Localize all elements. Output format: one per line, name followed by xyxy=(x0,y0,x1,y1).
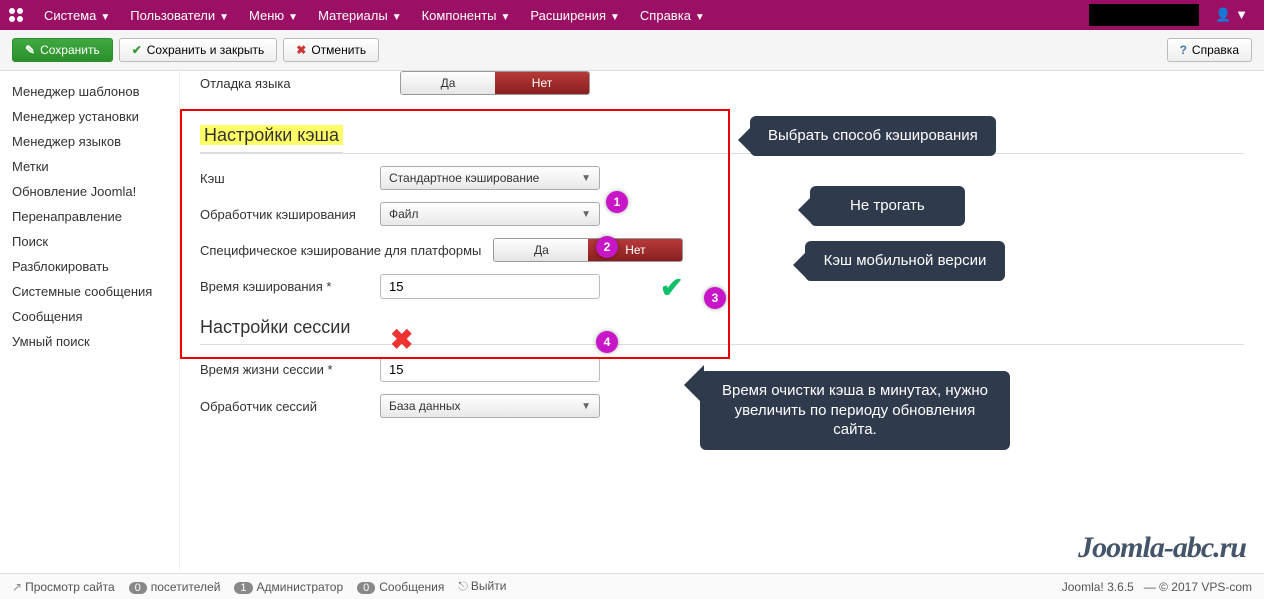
cache-handler-row: Обработчик кэширования Файл▼ xyxy=(200,202,1244,226)
annotation-bubble-2: 2 xyxy=(596,236,618,258)
caret-down-icon: ▼ xyxy=(610,12,620,23)
cache-time-input[interactable] xyxy=(380,274,600,299)
lang-debug-toggle[interactable]: Да Нет xyxy=(400,71,590,95)
caret-down-icon: ▼ xyxy=(100,12,110,23)
nav-content[interactable]: Материалы▼ xyxy=(308,3,412,28)
callout-1: Выбрать способ кэширования xyxy=(750,116,996,156)
watermark: Joomla-abc.ru xyxy=(1078,531,1246,565)
nav-extensions[interactable]: Расширения▼ xyxy=(520,3,630,28)
sidebar-item[interactable]: Менеджер языков xyxy=(12,129,167,154)
sidebar-item[interactable]: Сообщения xyxy=(12,304,167,329)
annotation-bubble-4: 4 xyxy=(596,331,618,353)
annotation-x-icon: ✖ xyxy=(390,323,413,356)
toggle-yes[interactable]: Да xyxy=(494,239,588,261)
content-panel: Отладка языка Да Нет Настройки кэша Кэш … xyxy=(180,71,1264,570)
annotation-bubble-1: 1 xyxy=(606,191,628,213)
sidebar-item[interactable]: Менеджер установки xyxy=(12,104,167,129)
callout-3: Кэш мобильной версии xyxy=(805,241,1005,281)
caret-down-icon: ▼ xyxy=(392,12,402,23)
check-icon: ✔ xyxy=(132,43,142,57)
logout-icon: ⎋ xyxy=(458,579,468,593)
cache-row: Кэш Стандартное кэширование▼ xyxy=(200,166,1244,190)
action-toolbar: ✎Сохранить ✔Сохранить и закрыть ✖Отменит… xyxy=(0,30,1264,71)
caret-down-icon: ▼ xyxy=(219,12,229,23)
session-handler-select[interactable]: База данных▼ xyxy=(380,394,600,418)
lang-debug-row: Отладка языка Да Нет xyxy=(200,71,1244,95)
visitors-count[interactable]: 0посетителей xyxy=(129,580,221,594)
help-icon: ? xyxy=(1180,43,1187,57)
sidebar-item[interactable]: Умный поиск xyxy=(12,329,167,354)
annotation-check-icon: ✔ xyxy=(660,271,683,304)
toggle-no[interactable]: Нет xyxy=(495,72,589,94)
external-link-icon: ↗ xyxy=(12,580,22,594)
check-icon: ✎ xyxy=(25,43,35,57)
sidebar-item[interactable]: Системные сообщения xyxy=(12,279,167,304)
sidebar: Менеджер шаблонов Менеджер установки Мен… xyxy=(0,71,180,570)
session-life-label: Время жизни сессии * xyxy=(200,362,380,377)
chevron-down-icon: ▼ xyxy=(581,209,591,220)
cancel-button[interactable]: ✖Отменить xyxy=(283,38,379,62)
caret-down-icon: ▼ xyxy=(288,12,298,23)
logout-link[interactable]: ⎋Выйти xyxy=(458,579,506,594)
callout-4: Время очистки кэша в минутах, нужно увел… xyxy=(700,371,1010,450)
nav-users[interactable]: Пользователи▼ xyxy=(120,3,239,28)
sidebar-item[interactable]: Менеджер шаблонов xyxy=(12,79,167,104)
chevron-down-icon: ▼ xyxy=(581,173,591,184)
platform-cache-row: Специфическое кэширование для платформы … xyxy=(200,238,1244,262)
top-nav: Система▼ Пользователи▼ Меню▼ Материалы▼ … xyxy=(0,0,1264,30)
preview-site-link[interactable]: ↗Просмотр сайта xyxy=(12,580,115,594)
chevron-down-icon: ▼ xyxy=(581,401,591,412)
cache-select[interactable]: Стандартное кэширование▼ xyxy=(380,166,600,190)
user-menu[interactable]: 👤 ▼ xyxy=(1205,2,1258,28)
nav-components[interactable]: Компоненты▼ xyxy=(412,3,521,28)
nav-menu[interactable]: Меню▼ xyxy=(239,3,308,28)
save-close-button[interactable]: ✔Сохранить и закрыть xyxy=(119,38,278,62)
status-bar: ↗Просмотр сайта 0посетителей 1Администра… xyxy=(0,573,1264,599)
messages-link[interactable]: 0Сообщения xyxy=(357,580,444,594)
session-handler-label: Обработчик сессий xyxy=(200,399,380,414)
session-life-input[interactable] xyxy=(380,357,600,382)
save-button[interactable]: ✎Сохранить xyxy=(12,38,113,62)
cache-time-label: Время кэширования * xyxy=(200,279,380,294)
cache-section-title: Настройки кэша xyxy=(200,125,343,153)
caret-down-icon: ▼ xyxy=(695,12,705,23)
platform-cache-toggle[interactable]: Да Нет xyxy=(493,238,683,262)
caret-down-icon: ▼ xyxy=(501,12,511,23)
session-section-title: Настройки сессии xyxy=(200,317,1244,345)
help-button[interactable]: ?Справка xyxy=(1167,38,1252,62)
joomla-logo-icon xyxy=(6,5,26,25)
callout-2: Не трогать xyxy=(810,186,965,226)
cache-handler-select[interactable]: Файл▼ xyxy=(380,202,600,226)
toggle-yes[interactable]: Да xyxy=(401,72,495,94)
sidebar-item[interactable]: Разблокировать xyxy=(12,254,167,279)
cache-handler-label: Обработчик кэширования xyxy=(200,207,380,222)
sidebar-item[interactable]: Перенаправление xyxy=(12,204,167,229)
cancel-icon: ✖ xyxy=(296,43,306,57)
lang-debug-label: Отладка языка xyxy=(200,76,380,91)
main-area: Менеджер шаблонов Менеджер установки Мен… xyxy=(0,71,1264,570)
sidebar-item[interactable]: Метки xyxy=(12,154,167,179)
site-name-redacted xyxy=(1089,4,1199,26)
user-icon: 👤 xyxy=(1215,7,1231,22)
sidebar-item[interactable]: Обновление Joomla! xyxy=(12,179,167,204)
version-text: Joomla! 3.6.5 — © 2017 VPS-com xyxy=(1062,580,1252,594)
nav-system[interactable]: Система▼ xyxy=(34,3,120,28)
admin-count[interactable]: 1Администратор xyxy=(234,580,343,594)
sidebar-item[interactable]: Поиск xyxy=(12,229,167,254)
cache-label: Кэш xyxy=(200,171,380,186)
platform-cache-label: Специфическое кэширование для платформы xyxy=(200,243,481,258)
caret-down-icon: ▼ xyxy=(1235,7,1248,22)
nav-help[interactable]: Справка▼ xyxy=(630,3,715,28)
annotation-bubble-3: 3 xyxy=(704,287,726,309)
